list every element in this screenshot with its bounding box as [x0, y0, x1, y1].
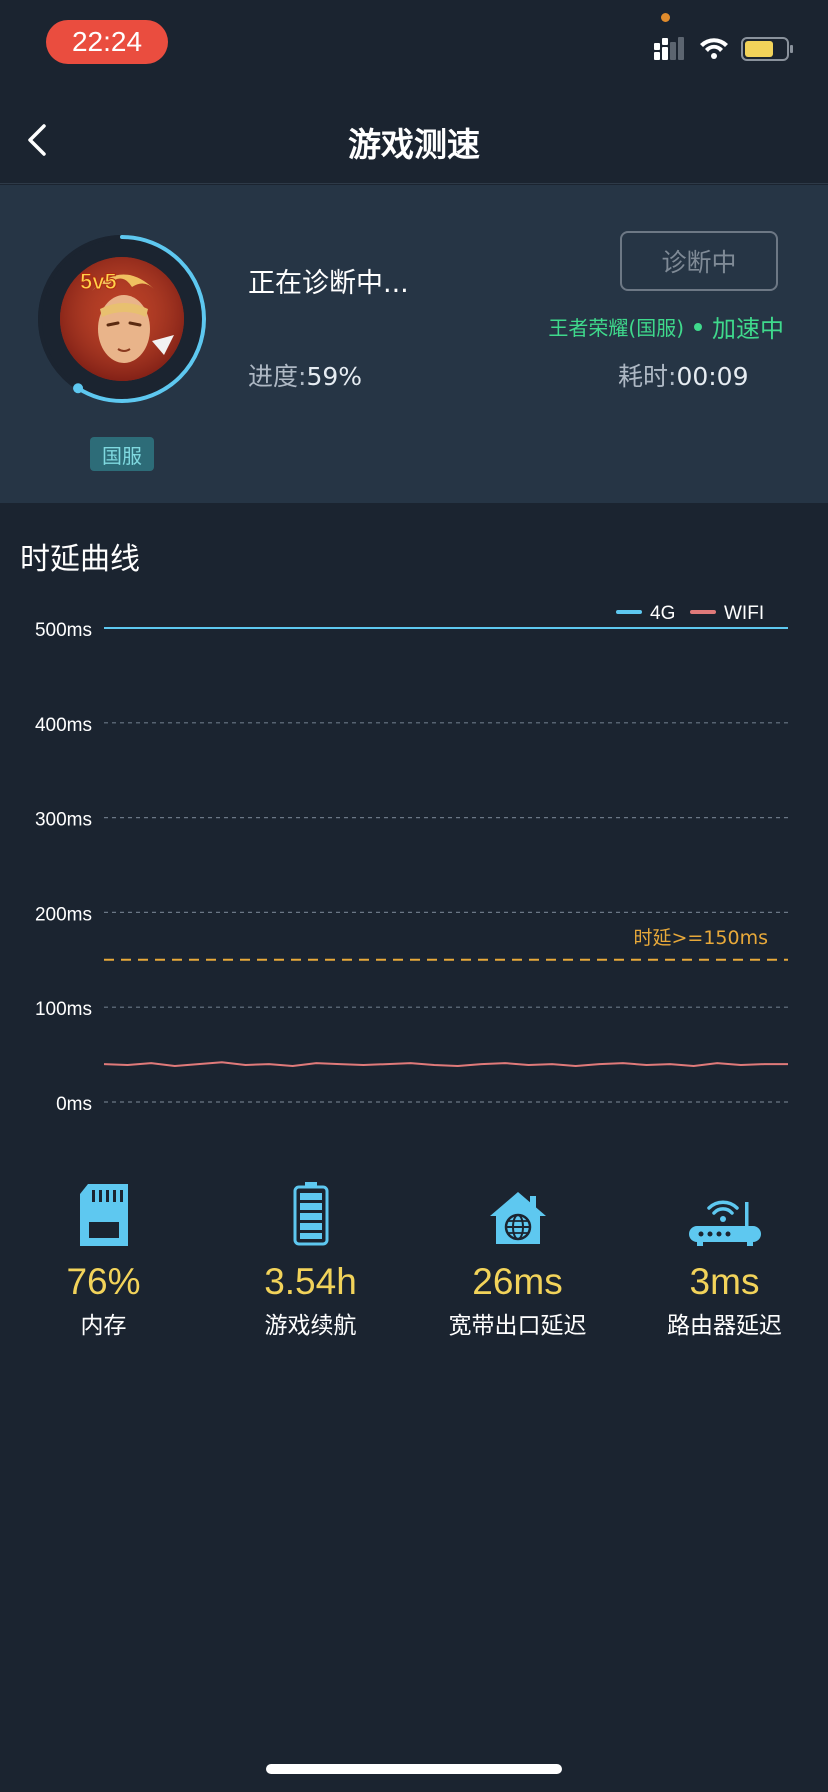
status-bar: 22:24 [0, 0, 828, 90]
status-icons [654, 37, 793, 61]
progress-ring: 5v5 [38, 235, 206, 403]
progress-readout: 进度:59% [248, 357, 362, 393]
stat-broadband-latency: 26ms 宽带出口延迟 [414, 1178, 621, 1340]
acceleration-status: 王者荣耀(国服) 加速中 [548, 309, 784, 344]
stat-value: 76% [66, 1261, 141, 1302]
stat-memory: 76% 内存 [0, 1178, 207, 1340]
legend-label: WIFI [724, 603, 764, 624]
server-badge: 国服 [90, 437, 154, 471]
elapsed-value: 00:09 [676, 362, 749, 391]
game-icon-label: 5v5 [80, 269, 117, 294]
elapsed-label: 耗时: [618, 362, 677, 391]
stat-game-endurance: 3.54h 游戏续航 [207, 1178, 414, 1340]
diagnosing-button[interactable]: 诊断中 [620, 231, 778, 291]
sd-card-icon [79, 1184, 128, 1246]
stat-value: 3ms [689, 1261, 760, 1302]
progress-label: 进度: [248, 362, 307, 391]
legend-label: 4G [650, 603, 675, 624]
stat-label: 游戏续航 [264, 1313, 357, 1339]
stat-value: 26ms [472, 1261, 563, 1302]
home-network-icon [489, 1192, 546, 1244]
y-tick-label: 400ms [35, 715, 92, 736]
stats-row: 76% 内存 3.54h 游戏续航 26ms 宽带出口延迟 3ms 路由器延迟 [0, 1178, 828, 1348]
accel-label: 加速中 [712, 315, 784, 343]
game-name: 王者荣耀(国服) [548, 316, 684, 340]
elapsed-readout: 耗时:00:09 [618, 357, 748, 393]
status-time: 22:24 [46, 20, 168, 64]
section-title-latency: 时延曲线 [20, 542, 140, 577]
stat-label: 路由器延迟 [667, 1313, 782, 1339]
page-title: 游戏测速 [348, 125, 480, 164]
progress-dot [73, 383, 84, 394]
stat-label: 内存 [80, 1313, 127, 1339]
diagnosis-status: 正在诊断中... [248, 268, 409, 299]
progress-value: 59% [306, 362, 363, 391]
diagnosis-card: 5v5 国服 正在诊断中... 进度:59% 诊断中 王者荣耀(国服) 加速中 … [0, 185, 828, 503]
y-tick-label: 300ms [35, 810, 92, 831]
threshold-label: 时延>=150ms [633, 927, 768, 949]
latency-chart: 0ms 100ms 200ms 300ms 400ms 500ms 时延>=150ms 4G W… [35, 603, 788, 1115]
y-tick-label: 0ms [56, 1094, 92, 1115]
y-tick-label: 200ms [35, 904, 92, 925]
game-icon: 5v5 [60, 257, 184, 381]
stat-router-latency: 3ms 路由器延迟 [621, 1178, 828, 1340]
battery-icon [293, 1182, 328, 1246]
privacy-indicator-dot [661, 13, 670, 22]
home-indicator[interactable] [266, 1764, 562, 1774]
status-dot [694, 322, 702, 331]
series-line-wifi [103, 1061, 788, 1068]
router-icon [688, 1200, 761, 1246]
nav-bar: 游戏测速 [0, 90, 828, 184]
stat-value: 3.54h [264, 1261, 357, 1302]
y-tick-label: 500ms [35, 620, 92, 641]
wifi-icon [700, 38, 728, 59]
stat-label: 宽带出口延迟 [448, 1313, 587, 1339]
battery-icon [741, 37, 793, 61]
cellular-signal-icon [654, 37, 684, 60]
y-tick-label: 100ms [35, 999, 92, 1020]
